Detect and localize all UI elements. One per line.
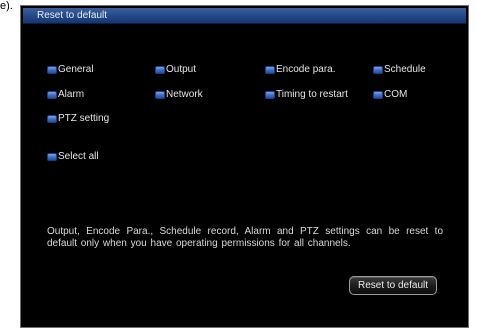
option-network[interactable]: Network bbox=[155, 89, 203, 101]
select-all-option[interactable]: Select all bbox=[47, 151, 99, 163]
select-all-label: Select all bbox=[58, 151, 99, 162]
alarm-checkbox-icon[interactable] bbox=[47, 91, 57, 99]
timing-to-restart-checkbox-icon[interactable] bbox=[265, 91, 275, 99]
general-checkbox-icon[interactable] bbox=[47, 66, 57, 74]
dialog-title: Reset to default bbox=[37, 10, 108, 21]
encode-para-checkbox-icon[interactable] bbox=[265, 66, 275, 74]
dialog-titlebar: Reset to default bbox=[23, 8, 466, 24]
reset-to-default-dialog: Reset to default General Output Encode p… bbox=[20, 5, 469, 328]
option-com[interactable]: COM bbox=[373, 89, 407, 101]
option-timing-to-restart-label: Timing to restart bbox=[276, 89, 348, 100]
ptz-setting-checkbox-icon[interactable] bbox=[47, 115, 57, 123]
option-alarm-label: Alarm bbox=[58, 89, 85, 100]
schedule-checkbox-icon[interactable] bbox=[373, 66, 383, 74]
option-general[interactable]: General bbox=[47, 64, 94, 76]
stray-caption-text: e). bbox=[0, 0, 13, 12]
option-alarm[interactable]: Alarm bbox=[47, 89, 84, 101]
option-encode-para-label: Encode para. bbox=[276, 64, 336, 75]
option-general-label: General bbox=[58, 64, 94, 75]
select-all-checkbox-icon[interactable] bbox=[47, 153, 57, 161]
option-ptz-setting[interactable]: PTZ setting bbox=[47, 113, 109, 125]
option-schedule-label: Schedule bbox=[384, 64, 426, 75]
option-encode-para[interactable]: Encode para. bbox=[265, 64, 336, 76]
option-com-label: COM bbox=[384, 89, 408, 100]
com-checkbox-icon[interactable] bbox=[373, 91, 383, 99]
option-output-label: Output bbox=[166, 64, 197, 75]
option-ptz-setting-label: PTZ setting bbox=[58, 113, 110, 124]
network-checkbox-icon[interactable] bbox=[155, 91, 165, 99]
permission-notice: Output, Encode Para., Schedule record, A… bbox=[47, 226, 443, 249]
reset-to-default-button[interactable]: Reset to default bbox=[349, 276, 437, 295]
option-network-label: Network bbox=[166, 89, 203, 100]
output-checkbox-icon[interactable] bbox=[155, 66, 165, 74]
option-schedule[interactable]: Schedule bbox=[373, 64, 426, 76]
option-timing-to-restart[interactable]: Timing to restart bbox=[265, 89, 348, 101]
option-output[interactable]: Output bbox=[155, 64, 196, 76]
